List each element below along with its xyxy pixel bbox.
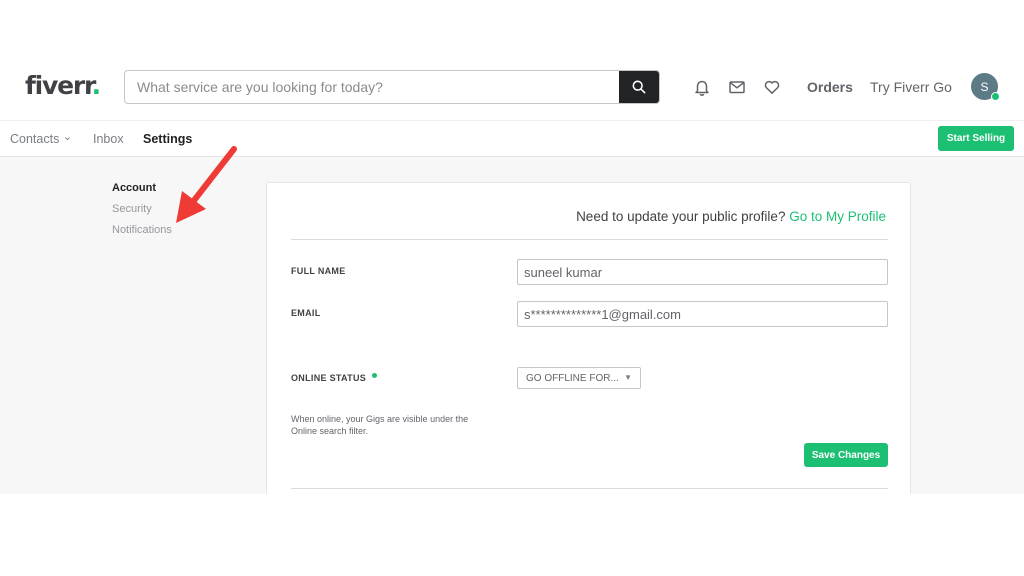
top-header: fiverr. Orders Try Fiverr Go S bbox=[0, 52, 1024, 120]
avatar-initial: S bbox=[980, 79, 989, 94]
bottom-divider bbox=[291, 488, 888, 489]
sub-navigation: Contacts ⌄ Inbox Settings Start Selling bbox=[0, 120, 1024, 157]
search-icon bbox=[632, 80, 646, 94]
status-dot-icon bbox=[372, 373, 378, 378]
fiverr-logo[interactable]: fiverr. bbox=[25, 71, 102, 100]
bell-icon bbox=[695, 80, 709, 96]
contacts-label: Contacts bbox=[10, 132, 60, 146]
search-input[interactable] bbox=[125, 71, 619, 103]
sidebar-item-notifications[interactable]: Notifications bbox=[112, 223, 172, 237]
account-settings-card: Need to update your public profile? Go t… bbox=[266, 182, 911, 494]
full-name-input[interactable] bbox=[517, 259, 888, 285]
sidebar-item-security[interactable]: Security bbox=[112, 202, 152, 216]
online-status-text: ONLINE STATUS bbox=[291, 373, 367, 383]
chevron-down-icon: ⌄ bbox=[62, 131, 73, 143]
contacts-menu[interactable]: Contacts ⌄ bbox=[10, 131, 72, 148]
full-name-label: FULL NAME bbox=[291, 266, 346, 276]
email-label: EMAIL bbox=[291, 308, 321, 318]
favorites-button[interactable] bbox=[762, 77, 782, 97]
search-bar bbox=[124, 70, 660, 104]
logo-text: fiverr bbox=[25, 71, 93, 100]
try-fiverr-go-link[interactable]: Try Fiverr Go bbox=[870, 78, 952, 96]
online-status-label: ONLINE STATUS bbox=[291, 373, 378, 384]
messages-button[interactable] bbox=[727, 77, 747, 97]
profile-prompt-text: Need to update your public profile? bbox=[576, 209, 786, 224]
save-changes-button[interactable]: Save Changes bbox=[804, 443, 888, 467]
top-divider bbox=[291, 239, 888, 240]
online-status-description: When online, your Gigs are visible under… bbox=[291, 414, 469, 436]
fiverr-settings-page: fiverr. Orders Try Fiverr Go S Contacts … bbox=[0, 0, 1024, 576]
heart-icon bbox=[764, 80, 780, 94]
online-indicator bbox=[991, 92, 1000, 101]
notifications-bell-button[interactable] bbox=[692, 77, 712, 97]
go-to-profile-link[interactable]: Go to My Profile bbox=[789, 209, 886, 224]
settings-body: Account Security Notifications Need to u… bbox=[0, 157, 1024, 494]
status-select-value: GO OFFLINE FOR... bbox=[526, 372, 619, 384]
try-fiverr-go-label: Try Fiverr Go bbox=[870, 79, 952, 95]
email-input[interactable] bbox=[517, 301, 888, 327]
search-button[interactable] bbox=[619, 71, 659, 103]
online-status-select[interactable]: GO OFFLINE FOR... ▼ bbox=[517, 367, 641, 389]
orders-link[interactable]: Orders bbox=[807, 78, 853, 96]
red-arrow-annotation-icon bbox=[176, 146, 237, 223]
start-selling-button[interactable]: Start Selling bbox=[938, 126, 1014, 151]
inbox-link[interactable]: Inbox bbox=[93, 131, 124, 147]
caret-down-icon: ▼ bbox=[624, 373, 632, 382]
sidebar-item-account[interactable]: Account bbox=[112, 181, 156, 195]
envelope-icon bbox=[729, 81, 745, 94]
profile-prompt: Need to update your public profile? Go t… bbox=[576, 209, 886, 225]
logo-dot: . bbox=[91, 71, 102, 100]
user-avatar[interactable]: S bbox=[971, 73, 1000, 101]
